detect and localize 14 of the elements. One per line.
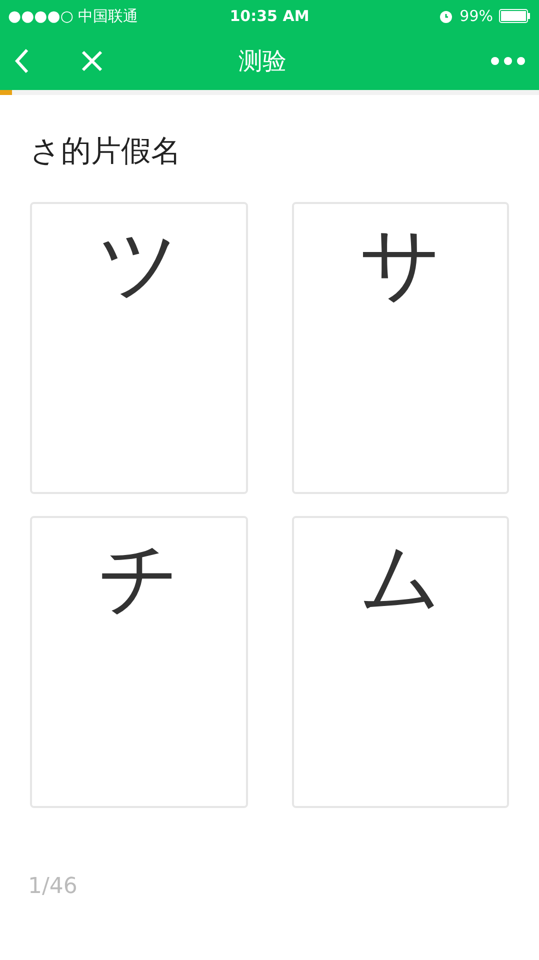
carrier-label: ●●●●○ 中国联通 (8, 6, 140, 27)
answer-card[interactable]: チ (30, 516, 248, 808)
battery-icon (499, 9, 532, 23)
question-text: さ的片假名 (30, 134, 181, 169)
time-label: 10:35 AM (230, 6, 310, 27)
answer-card[interactable]: ツ (30, 202, 248, 494)
question-counter: 1/46 (28, 874, 78, 899)
close-button[interactable] (80, 49, 104, 73)
more-button[interactable] (491, 57, 525, 65)
page-title: 测验 (238, 46, 286, 77)
answer-card[interactable]: サ (292, 202, 509, 494)
answer-card[interactable]: ム (292, 516, 509, 808)
alarm-icon (438, 8, 454, 24)
battery-label: 99% (460, 6, 494, 27)
